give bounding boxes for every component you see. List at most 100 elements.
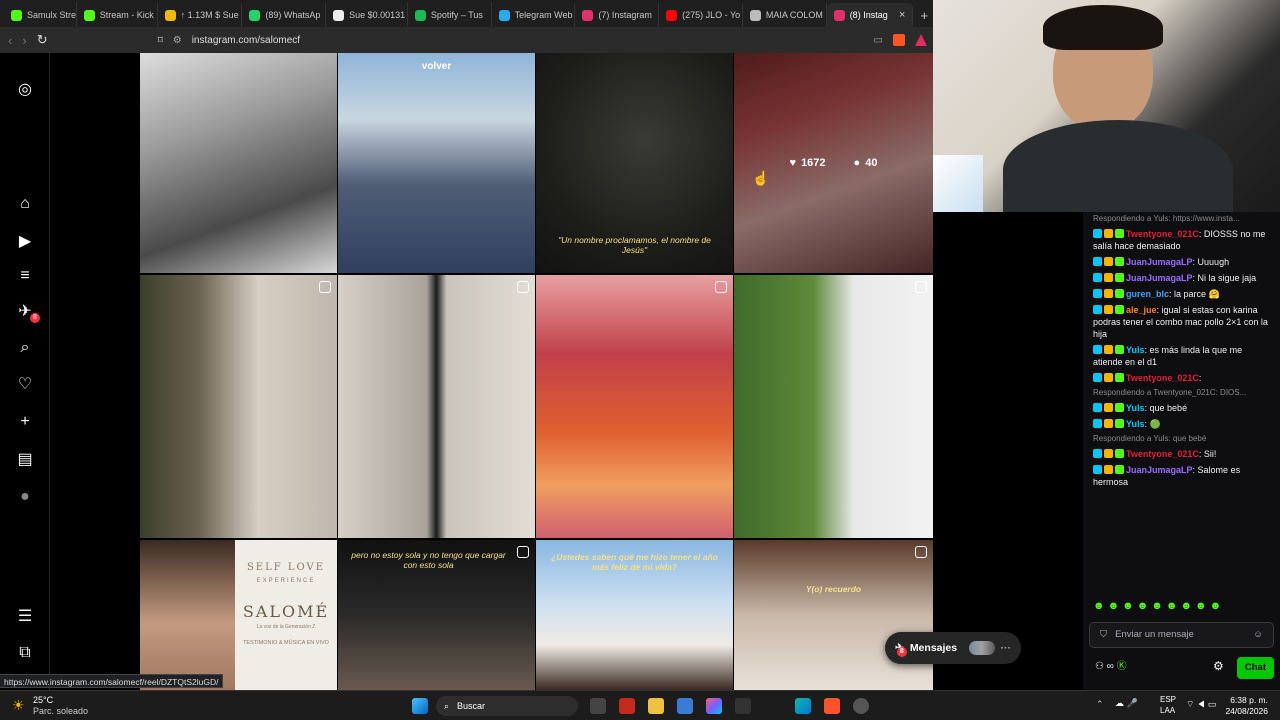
back-icon[interactable]: ‹ (8, 33, 12, 48)
brave-icon[interactable] (824, 698, 840, 714)
threads-icon[interactable]: ≡ (15, 266, 35, 286)
browser-tab[interactable]: Sue $0.00131 (326, 3, 408, 27)
chat-username[interactable]: JuanJumagaLP (1126, 257, 1193, 267)
tab-close-icon[interactable]: × (899, 9, 905, 21)
search-icon[interactable]: ⌕ (15, 338, 35, 358)
taskbar-search[interactable]: ⌕ Buscar (436, 696, 578, 716)
emote-bar[interactable]: ☻☻☻☻☻☻☻☻☻ (1093, 600, 1224, 612)
post-thumbnail[interactable]: Y(o) recuerdo (734, 540, 933, 690)
chat-badge-icon (1104, 373, 1113, 382)
terminal-icon[interactable] (735, 698, 751, 714)
tray-icons[interactable]: ☁ 🎤 (1115, 698, 1138, 709)
chat-badge-icon (1104, 465, 1113, 474)
more-apps-icon[interactable]: ⧉ (15, 643, 35, 663)
reels-icon[interactable]: ▶ (15, 231, 35, 251)
browser-tab[interactable]: Telegram Web (492, 3, 576, 27)
chat-username[interactable]: Yuls (1126, 403, 1145, 413)
network-volume-icons[interactable]: ⌔ ◀ ▭ (1186, 699, 1216, 710)
brave-rewards-icon[interactable] (915, 34, 927, 46)
create-icon[interactable]: + (15, 412, 35, 432)
heart-icon[interactable]: ♡ (15, 374, 35, 394)
clock-date[interactable]: 24/08/2026 (1225, 706, 1268, 716)
new-tab-button[interactable]: + (913, 3, 935, 27)
post-thumbnail[interactable] (536, 275, 733, 538)
cast-icon[interactable]: ▭ (874, 35, 883, 46)
browser-tab[interactable]: (89) WhatsAp (242, 3, 327, 27)
task-view-icon[interactable] (590, 698, 606, 714)
settings-gear-icon[interactable]: ⚙ (1213, 660, 1224, 672)
chat-username[interactable]: JuanJumagaLP (1126, 465, 1193, 475)
home-icon[interactable]: ⌂ (15, 194, 35, 214)
weather-temp[interactable]: 25°C (33, 695, 53, 705)
post-thumbnail[interactable]: ¿Ustedes saben qué me hizo tener el año … (536, 540, 733, 690)
dashboard-icon[interactable]: ▤ (15, 449, 35, 469)
brave-shield-icon[interactable] (893, 34, 905, 46)
power-app-icon[interactable] (619, 698, 635, 714)
tab-favicon-icon (414, 9, 426, 21)
instagram-logo-icon[interactable]: ◎ (15, 79, 35, 99)
post-thumbnail[interactable]: volver (338, 53, 535, 273)
post-thumbnail[interactable] (140, 53, 337, 273)
messages-button[interactable]: ✈8 Mensajes ··· (885, 632, 1021, 664)
bookmark-icon[interactable]: ⌑ (158, 35, 163, 46)
post-thumbnail[interactable]: pero no estoy sola y no tengo que cargar… (338, 540, 535, 690)
post-thumbnail[interactable]: SELF LOVE EXPERIENCE SALOMÉ La voz de la… (140, 540, 337, 690)
snipping-tool-icon[interactable] (677, 698, 693, 714)
keyboard-layout[interactable]: LAA (1160, 706, 1175, 715)
menu-icon[interactable]: ☰ (15, 606, 35, 626)
weather-icon[interactable]: ☀ (12, 697, 25, 714)
chat-message: Yuls: que bebé (1083, 400, 1280, 416)
forward-icon[interactable]: › (22, 33, 26, 48)
post-thumbnail-hovered[interactable]: ♥ 1672 ● 40 (734, 53, 933, 273)
file-explorer-icon[interactable] (648, 698, 664, 714)
chat-colon: : (1198, 373, 1202, 383)
promo-name: SALOMÉ (242, 602, 330, 621)
browser-tab[interactable]: ↑ 1.13M $ Sue (158, 3, 243, 27)
windows-start-icon[interactable] (412, 698, 428, 714)
chat-username[interactable]: guren_blc (1126, 289, 1169, 299)
browser-tab[interactable]: MAIA COLOM (743, 3, 827, 27)
browser-tab[interactable]: (7) Instagram (575, 3, 660, 27)
language-indicator[interactable]: ESP (1160, 695, 1176, 704)
chat-send-button[interactable]: Chat (1236, 657, 1274, 679)
chat-username[interactable]: Twentyone_021C (1126, 229, 1199, 239)
tab-favicon-icon (833, 9, 845, 21)
chat-input[interactable]: ⛉ Enviar un mensaje ☺ (1089, 622, 1274, 648)
browser-tab[interactable]: (8) Instag × (826, 3, 914, 27)
chat-username[interactable]: Yuls (1126, 345, 1145, 355)
post-caption: pero no estoy sola y no tengo que cargar… (351, 550, 506, 570)
chat-username[interactable]: ale_jue (1126, 305, 1157, 315)
post-thumbnail[interactable] (734, 275, 933, 538)
profile-icon[interactable]: ● (15, 487, 35, 507)
chat-username[interactable]: Twentyone_021C (1126, 449, 1199, 459)
weather-desc[interactable]: Parc. soleado (33, 706, 88, 716)
webcam-background-object (933, 155, 983, 212)
chat-badge-icon (1115, 449, 1124, 458)
browser-tab[interactable]: Spotify – Tus (408, 3, 492, 27)
browser-tab[interactable]: Samulx Strea (4, 3, 77, 27)
chat-settings-icons[interactable]: ⚇ ∞ Ⓚ (1095, 661, 1127, 673)
chat-badge-icon (1115, 373, 1124, 382)
emoji-icon[interactable]: ☺ (1253, 629, 1263, 641)
message-avatars (969, 641, 995, 655)
post-thumbnail[interactable] (140, 275, 337, 538)
chat-badge-icon (1104, 419, 1113, 428)
browser-tab[interactable]: (275) JLO - Yo (659, 3, 743, 27)
chat-username[interactable]: Twentyone_021C (1126, 373, 1199, 383)
site-info-icon[interactable]: ⚙ (173, 35, 182, 46)
copilot-icon[interactable] (706, 698, 722, 714)
tab-favicon-icon (164, 9, 176, 21)
chat-message: JuanJumagaLP: Salome es hermosa (1083, 462, 1280, 490)
reload-icon[interactable]: ↻ (37, 32, 48, 48)
browser-tab[interactable]: Stream - Kick (77, 3, 158, 27)
clock-time[interactable]: 6:38 p. m. (1230, 695, 1268, 705)
obs-icon[interactable] (853, 698, 869, 714)
tray-chevron-icon[interactable]: ⌃ (1096, 699, 1104, 710)
chat-username[interactable]: Yuls (1126, 419, 1145, 429)
post-thumbnail[interactable]: "Un nombre proclamamos, el nombre de Jes… (536, 53, 733, 273)
url-field[interactable]: instagram.com/salomecf (192, 35, 300, 46)
edge-icon[interactable] (795, 698, 811, 714)
carousel-icon (715, 281, 727, 293)
post-thumbnail[interactable] (338, 275, 535, 538)
chat-username[interactable]: JuanJumagaLP (1126, 273, 1193, 283)
